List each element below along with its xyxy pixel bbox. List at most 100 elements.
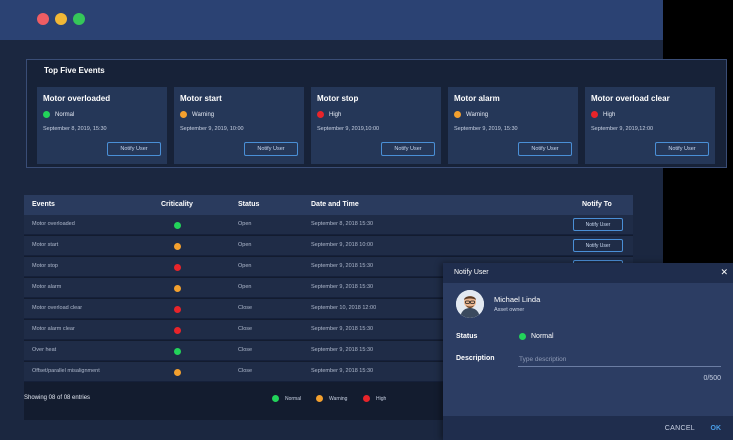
criticality-dot-icon: [174, 264, 181, 271]
criticality-dot-icon: [174, 348, 181, 355]
event-name: Motor alarm: [32, 284, 62, 290]
title-bar: [0, 0, 663, 40]
event-date: September 10, 2018 12:00: [311, 305, 377, 311]
event-card-status: Warning: [454, 111, 488, 118]
table-row: Motor start Open September 9, 2018 10:00…: [24, 236, 633, 256]
event-card-status: High: [591, 111, 615, 118]
top-events-panel: Top Five Events Motor overloaded Normal …: [26, 59, 727, 168]
event-card-status: Normal: [43, 111, 74, 118]
legend-warning: Warning: [316, 395, 347, 402]
dialog-header: Notify User ✕: [443, 263, 733, 283]
event-card-status-label: Warning: [192, 111, 215, 118]
column-header-date: Date and Time: [311, 201, 359, 208]
event-card-title: Motor alarm: [454, 94, 500, 103]
event-date: September 9, 2018 15:30: [311, 284, 374, 290]
status-dot-icon: [454, 111, 461, 118]
event-date: September 9, 2018 15:30: [311, 263, 374, 269]
notify-user-button[interactable]: Notify User: [655, 142, 709, 156]
event-name: Motor stop: [32, 263, 58, 269]
notify-user-button[interactable]: Notify User: [573, 239, 623, 252]
column-header-criticality: Criticality: [161, 201, 193, 208]
criticality-dot-icon: [174, 243, 181, 250]
event-name: Motor start: [32, 242, 59, 248]
event-card-date: September 8, 2019, 15:30: [43, 126, 107, 132]
event-card-status: Warning: [180, 111, 214, 118]
high-dot-icon: [363, 395, 370, 402]
event-card-status-label: Normal: [55, 111, 75, 118]
status-dot-icon: [180, 111, 187, 118]
event-card-title: Motor overload clear: [591, 94, 670, 103]
criticality-dot-icon: [174, 369, 181, 376]
event-status: Open: [238, 284, 252, 290]
event-status: Open: [238, 263, 252, 269]
event-date: September 9, 2018 10:00: [311, 242, 374, 248]
event-card-status-label: High: [329, 111, 342, 118]
notify-user-button[interactable]: Notify User: [107, 142, 161, 156]
dialog-footer: CANCEL OK: [443, 416, 733, 440]
event-card-title: Motor start: [180, 94, 222, 103]
legend-high: High: [363, 395, 386, 402]
event-name: Motor overload clear: [32, 305, 83, 311]
criticality-dot-icon: [174, 327, 181, 334]
user-role: Asset owner: [494, 307, 525, 313]
event-card-title: Motor stop: [317, 94, 359, 103]
maximize-window-button[interactable]: [73, 13, 85, 25]
event-status: Close: [238, 305, 253, 311]
event-card: Motor overloaded Normal September 8, 201…: [37, 87, 167, 164]
notify-user-button[interactable]: Notify User: [573, 218, 623, 231]
legend-high-label: High: [376, 395, 387, 402]
minimize-window-button[interactable]: [55, 13, 67, 25]
event-status: Close: [238, 368, 253, 374]
user-avatar-icon: [456, 290, 484, 318]
table-footer-count: Showing 08 of 08 entries: [24, 395, 91, 401]
event-card-status-label: Warning: [466, 111, 489, 118]
event-date: September 9, 2018 15:30: [311, 347, 374, 353]
event-date: September 9, 2018 15:30: [311, 326, 374, 332]
event-card-title: Motor overloaded: [43, 94, 111, 103]
close-icon[interactable]: ✕: [720, 267, 728, 278]
event-card: Motor start Warning September 9, 2019, 1…: [174, 87, 304, 164]
criticality-dot-icon: [174, 222, 181, 229]
event-card: Motor alarm Warning September 9, 2019, 1…: [448, 87, 578, 164]
event-name: Offset/parallel misalignment: [32, 368, 100, 374]
criticality-dot-icon: [174, 285, 181, 292]
ok-button[interactable]: OK: [711, 425, 722, 432]
description-input[interactable]: Type description: [518, 352, 721, 367]
user-name: Michael Linda: [494, 295, 541, 304]
event-card: Motor overload clear High September 9, 2…: [585, 87, 715, 164]
column-header-notify: Notify To: [582, 201, 612, 208]
notify-user-button[interactable]: Notify User: [518, 142, 572, 156]
status-label: Status: [456, 333, 478, 340]
table-row: Motor overloaded Open September 8, 2018 …: [24, 215, 633, 235]
notify-user-dialog: Notify User ✕ Michael Linda Asset owner …: [443, 263, 733, 440]
event-status: Open: [238, 221, 252, 227]
dialog-title: Notify User: [454, 269, 489, 276]
event-status: Close: [238, 326, 253, 332]
event-status: Close: [238, 347, 253, 353]
event-card-status-label: High: [603, 111, 616, 118]
top-events-title: Top Five Events: [44, 66, 105, 75]
notify-user-button[interactable]: Notify User: [244, 142, 298, 156]
event-card: Motor stop High September 9, 2019,10:00 …: [311, 87, 441, 164]
character-counter: 0/500: [703, 375, 721, 382]
close-window-button[interactable]: [37, 13, 49, 25]
legend-warning-label: Warning: [329, 395, 348, 402]
normal-dot-icon: [272, 395, 279, 402]
status-dot-icon: [591, 111, 598, 118]
event-card-date: September 9, 2019,12:00: [591, 126, 654, 132]
event-card-date: September 9, 2019, 15:30: [454, 126, 518, 132]
event-card-date: September 9, 2019, 10:00: [180, 126, 244, 132]
normal-dot-icon: [519, 333, 526, 340]
status-dot-icon: [317, 111, 324, 118]
description-label: Description: [456, 355, 495, 362]
event-name: Motor overloaded: [32, 221, 75, 227]
legend-normal: Normal: [272, 395, 301, 402]
avatar: [456, 290, 484, 318]
event-date: September 9, 2018 15:30: [311, 368, 374, 374]
cancel-button[interactable]: CANCEL: [665, 425, 695, 432]
status-value-label: Normal: [531, 333, 554, 340]
event-card-date: September 9, 2019,10:00: [317, 126, 380, 132]
column-header-status: Status: [238, 201, 260, 208]
notify-user-button[interactable]: Notify User: [381, 142, 435, 156]
warning-dot-icon: [316, 395, 323, 402]
